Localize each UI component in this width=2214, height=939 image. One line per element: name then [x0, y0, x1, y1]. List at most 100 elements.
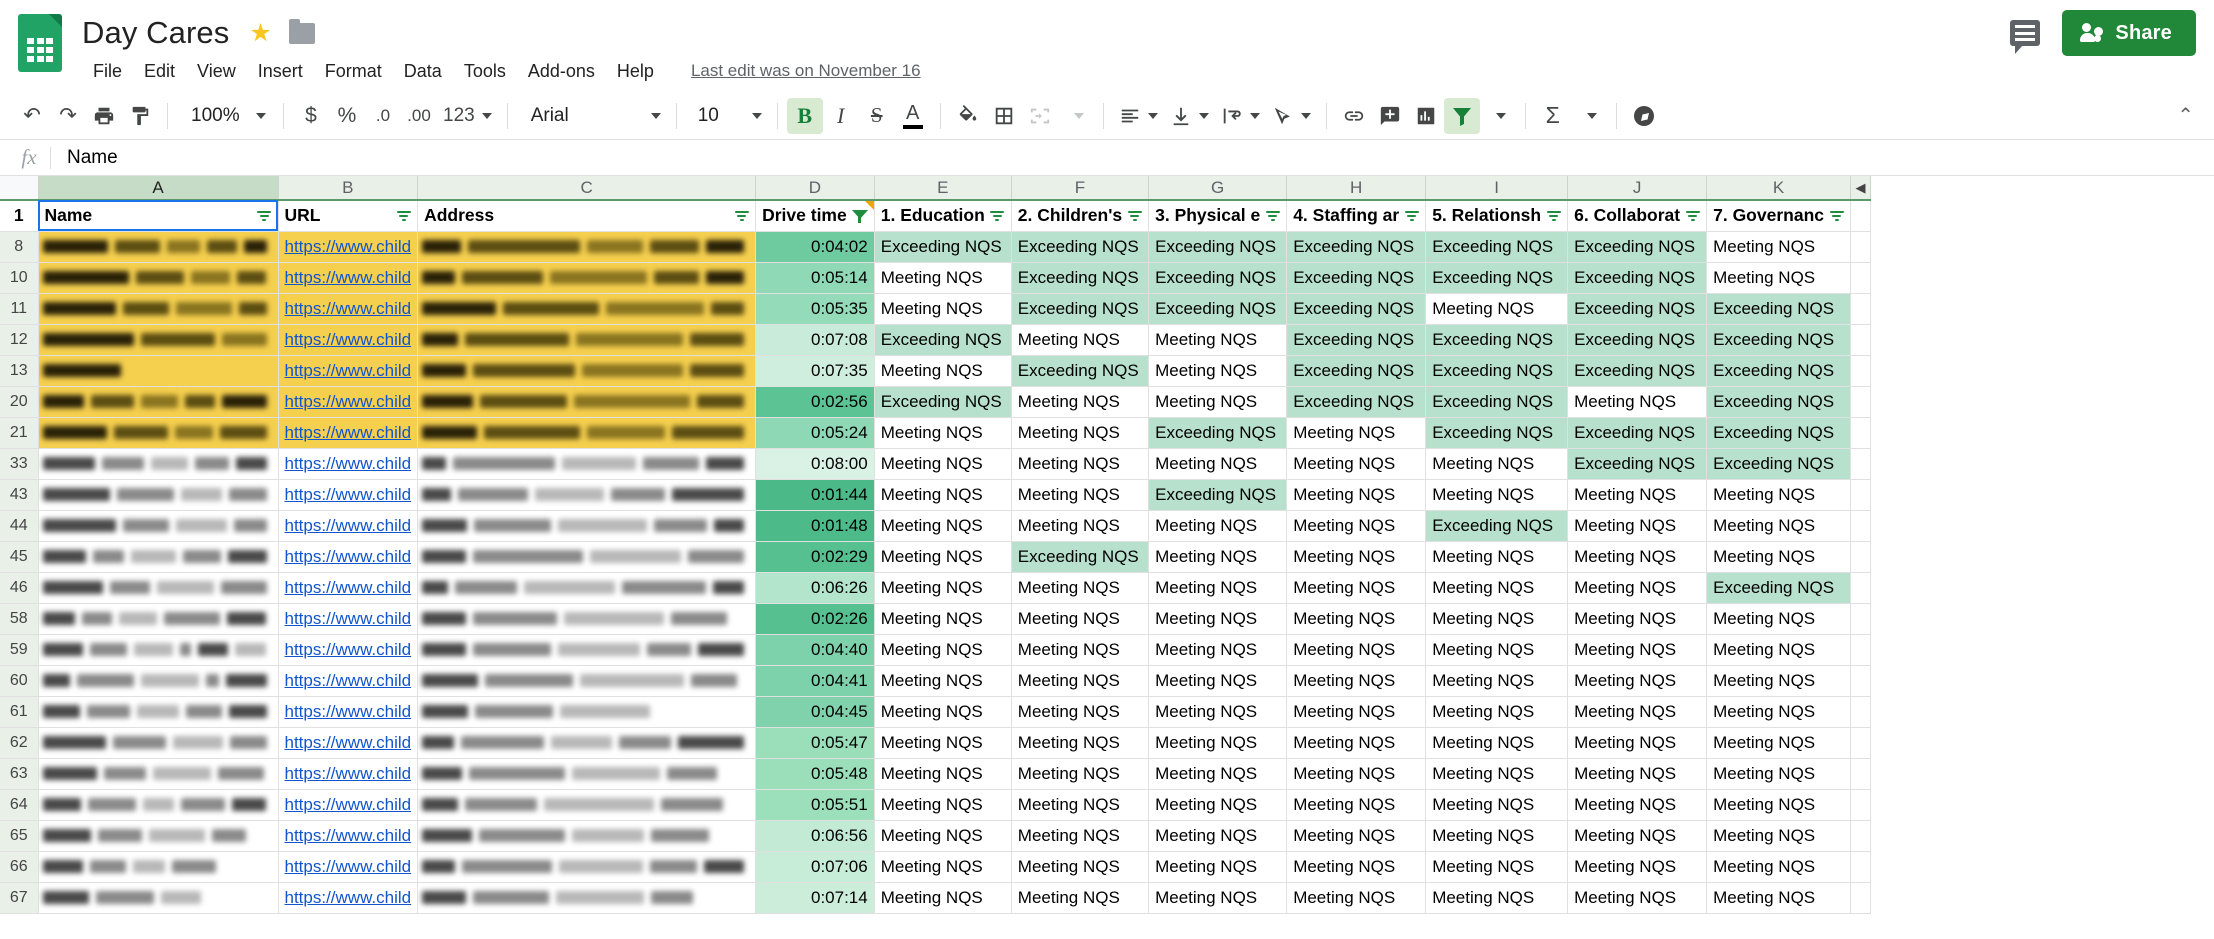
redo-button[interactable]: ↷: [50, 98, 86, 134]
cell-nqs-4[interactable]: Meeting NQS: [1286, 882, 1427, 914]
cell-nqs-1[interactable]: Meeting NQS: [874, 541, 1012, 573]
column-header-j[interactable]: J: [1567, 176, 1708, 201]
row-header[interactable]: 67: [0, 882, 39, 914]
sheets-logo-icon[interactable]: [14, 10, 66, 80]
table-row[interactable]: 65 https://www.child 0:06:56 Meeting NQS Mee…: [0, 820, 1871, 852]
cell-nqs-4[interactable]: Meeting NQS: [1286, 541, 1427, 573]
strikethrough-button[interactable]: S: [859, 98, 895, 134]
cell-nqs-3[interactable]: Meeting NQS: [1148, 386, 1288, 418]
column-header-b[interactable]: B: [278, 176, 419, 201]
cell-nqs-5[interactable]: Meeting NQS: [1425, 820, 1569, 852]
url-link[interactable]: https://www.child: [285, 237, 412, 256]
table-row[interactable]: 61 https://www.child 0:04:45 Meeting NQS Mee…: [0, 696, 1871, 728]
header-cell-8[interactable]: 5. Relationsh: [1425, 200, 1569, 232]
cell-nqs-3[interactable]: Meeting NQS: [1148, 634, 1288, 666]
cell-nqs-5[interactable]: Meeting NQS: [1425, 882, 1569, 914]
cell-nqs-3[interactable]: Meeting NQS: [1148, 541, 1288, 573]
cell-nqs-2[interactable]: Meeting NQS: [1011, 696, 1150, 728]
url-link[interactable]: https://www.child: [285, 485, 412, 504]
cell-nqs-2[interactable]: Meeting NQS: [1011, 448, 1150, 480]
cell-nqs-6[interactable]: Exceeding NQS: [1567, 448, 1708, 480]
cell-nqs-5[interactable]: Meeting NQS: [1425, 851, 1569, 883]
filter-icon[interactable]: [1829, 209, 1844, 223]
header-cell-9[interactable]: 6. Collaborat: [1567, 200, 1708, 232]
cell-nqs-4[interactable]: Exceeding NQS: [1286, 262, 1427, 294]
row-header[interactable]: 12: [0, 324, 39, 356]
cell-nqs-6[interactable]: Meeting NQS: [1567, 541, 1708, 573]
cell-url[interactable]: https://www.child: [278, 727, 419, 759]
cell-nqs-6[interactable]: Meeting NQS: [1567, 882, 1708, 914]
cell-address[interactable]: [417, 882, 757, 914]
filter-icon[interactable]: [1265, 209, 1280, 223]
cell-nqs-1[interactable]: Meeting NQS: [874, 851, 1012, 883]
cell-nqs-2[interactable]: Meeting NQS: [1011, 510, 1150, 542]
cell-nqs-1[interactable]: Meeting NQS: [874, 882, 1012, 914]
increase-decimal-button[interactable]: .00: [401, 98, 437, 134]
cell-nqs-6[interactable]: Meeting NQS: [1567, 851, 1708, 883]
cell-nqs-5[interactable]: Meeting NQS: [1425, 541, 1569, 573]
row-header[interactable]: 8: [0, 231, 39, 263]
row-header[interactable]: 1: [0, 200, 39, 232]
cell-nqs-7[interactable]: Meeting NQS: [1706, 231, 1851, 263]
cell-nqs-6[interactable]: Exceeding NQS: [1567, 417, 1708, 449]
cell-nqs-4[interactable]: Meeting NQS: [1286, 665, 1427, 697]
cell-nqs-1[interactable]: Meeting NQS: [874, 448, 1012, 480]
column-header-d[interactable]: D: [755, 176, 875, 201]
cell-drive-time[interactable]: 0:01:44: [755, 479, 875, 511]
cell-name[interactable]: [38, 324, 279, 356]
cell-nqs-2[interactable]: Exceeding NQS: [1011, 293, 1150, 325]
column-header-c[interactable]: C: [417, 176, 757, 201]
cell-url[interactable]: https://www.child: [278, 386, 419, 418]
decrease-decimal-button[interactable]: .0: [365, 98, 401, 134]
cell-nqs-5[interactable]: Meeting NQS: [1425, 293, 1569, 325]
url-link[interactable]: https://www.child: [285, 671, 412, 690]
cell-nqs-6[interactable]: Meeting NQS: [1567, 479, 1708, 511]
comment-history-icon[interactable]: [2010, 20, 2041, 54]
cell-drive-time[interactable]: 0:04:41: [755, 665, 875, 697]
cell-url[interactable]: https://www.child: [278, 355, 419, 387]
row-header[interactable]: 10: [0, 262, 39, 294]
zoom-selector[interactable]: 100%: [177, 98, 274, 134]
cell-nqs-2[interactable]: Meeting NQS: [1011, 634, 1150, 666]
cell-name[interactable]: [38, 386, 279, 418]
cell-nqs-5[interactable]: Meeting NQS: [1425, 789, 1569, 821]
cell-url[interactable]: https://www.child: [278, 262, 419, 294]
row-header[interactable]: 66: [0, 851, 39, 883]
table-row[interactable]: 21 https://www.child 0:05:24 Meeting NQS Mee…: [0, 417, 1871, 449]
table-row[interactable]: 59 https://www.child 0:04:40 Meeting NQS Mee…: [0, 634, 1871, 666]
cell-nqs-7[interactable]: Meeting NQS: [1706, 758, 1851, 790]
cell-name[interactable]: [38, 634, 279, 666]
url-link[interactable]: https://www.child: [285, 609, 412, 628]
cell-nqs-3[interactable]: Meeting NQS: [1148, 510, 1288, 542]
url-link[interactable]: https://www.child: [285, 454, 412, 473]
cell-nqs-7[interactable]: Meeting NQS: [1706, 789, 1851, 821]
cell-nqs-7[interactable]: Exceeding NQS: [1706, 417, 1851, 449]
cell-nqs-1[interactable]: Meeting NQS: [874, 293, 1012, 325]
font-size-selector[interactable]: 10: [686, 98, 768, 134]
currency-format-button[interactable]: $: [293, 98, 329, 134]
table-row[interactable]: 63 https://www.child 0:05:48 Meeting NQS Mee…: [0, 758, 1871, 790]
cell-address[interactable]: [417, 727, 757, 759]
cell-nqs-2[interactable]: Exceeding NQS: [1011, 231, 1150, 263]
row-header[interactable]: 13: [0, 355, 39, 387]
cell-url[interactable]: https://www.child: [278, 882, 419, 914]
cell-nqs-4[interactable]: Meeting NQS: [1286, 417, 1427, 449]
cell-name[interactable]: [38, 479, 279, 511]
row-header[interactable]: 60: [0, 665, 39, 697]
cell-nqs-2[interactable]: Meeting NQS: [1011, 603, 1150, 635]
cell-nqs-5[interactable]: Meeting NQS: [1425, 727, 1569, 759]
cell-drive-time[interactable]: 0:02:26: [755, 603, 875, 635]
cell-name[interactable]: [38, 882, 279, 914]
cell-address[interactable]: [417, 479, 757, 511]
cell-nqs-1[interactable]: Meeting NQS: [874, 727, 1012, 759]
horizontal-align-button[interactable]: [1113, 98, 1164, 134]
url-link[interactable]: https://www.child: [285, 516, 412, 535]
cell-nqs-5[interactable]: Exceeding NQS: [1425, 355, 1569, 387]
cell-nqs-2[interactable]: Meeting NQS: [1011, 417, 1150, 449]
cell-nqs-1[interactable]: Meeting NQS: [874, 510, 1012, 542]
cell-name[interactable]: [38, 603, 279, 635]
text-color-button[interactable]: A: [895, 98, 931, 134]
font-family-selector[interactable]: Arial: [517, 98, 667, 134]
cell-nqs-6[interactable]: Meeting NQS: [1567, 727, 1708, 759]
cell-nqs-7[interactable]: Meeting NQS: [1706, 541, 1851, 573]
